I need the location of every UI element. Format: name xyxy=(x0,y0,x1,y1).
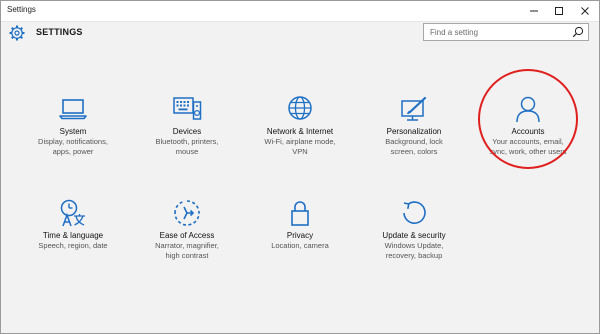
tile-personalization-desc-line2: screen, colors xyxy=(390,147,438,156)
tile-time-language-desc: Speech, region, date xyxy=(14,241,132,251)
search-icon[interactable] xyxy=(572,26,584,38)
tile-devices[interactable]: Devices Bluetooth, printers, mouse xyxy=(128,95,246,173)
search-input[interactable] xyxy=(424,24,570,40)
tile-devices-desc-line1: Bluetooth, printers, xyxy=(155,137,219,146)
tile-network-desc-line1: Wi-Fi, airplane mode, xyxy=(264,137,336,146)
settings-header: SETTINGS xyxy=(1,21,599,47)
page-title: SETTINGS xyxy=(36,27,83,37)
tile-personalization[interactable]: Personalization Background, lock screen,… xyxy=(355,95,473,173)
laptop-icon xyxy=(59,99,87,120)
tile-system-name: System xyxy=(59,127,87,136)
tile-time-language[interactable]: Time & language Speech, region, date xyxy=(14,199,132,277)
close-button[interactable] xyxy=(572,1,598,21)
tile-ease-of-access-desc-line2: high contrast xyxy=(165,251,209,260)
tile-devices-name: Devices xyxy=(172,127,202,136)
tile-update-security[interactable]: Update & security Windows Update, recove… xyxy=(355,199,473,277)
tile-personalization-name: Personalization xyxy=(386,127,442,136)
tile-personalization-desc: Background, lock screen, colors xyxy=(355,137,473,157)
tile-time-language-name: Time & language xyxy=(42,231,104,240)
tile-devices-desc: Bluetooth, printers, mouse xyxy=(128,137,246,157)
tile-ease-of-access-desc: Narrator, magnifier, high contrast xyxy=(128,241,246,261)
search-box xyxy=(423,23,589,41)
title-bar: Settings xyxy=(1,1,599,22)
tile-ease-of-access-name: Ease of Access xyxy=(159,231,215,240)
tile-privacy-desc-line1: Location, camera xyxy=(271,241,329,250)
tile-system[interactable]: System Display, notifications, apps, pow… xyxy=(14,95,132,173)
tile-update-security-desc-line2: recovery, backup xyxy=(385,251,443,260)
paint-screen-icon xyxy=(401,96,427,121)
highlight-circle xyxy=(478,69,578,169)
maximize-icon xyxy=(555,7,563,15)
minimize-icon xyxy=(530,10,538,12)
tile-update-security-desc: Windows Update, recovery, backup xyxy=(355,241,473,261)
settings-window: Settings SETTINGS Find a setting System … xyxy=(0,0,600,334)
tile-time-language-desc-line1: Speech, region, date xyxy=(38,241,108,250)
tile-devices-desc-line2: mouse xyxy=(175,147,199,156)
maximize-button[interactable] xyxy=(546,1,572,21)
tile-system-desc-line2: apps, power xyxy=(52,147,94,156)
tile-privacy[interactable]: Privacy Location, camera xyxy=(241,199,359,277)
gear-icon xyxy=(9,25,25,41)
ease-of-access-icon xyxy=(174,200,200,226)
tile-network-name: Network & Internet xyxy=(266,127,334,136)
keyboard-speaker-icon xyxy=(173,97,202,120)
tile-network[interactable]: Network & Internet Wi-Fi, airplane mode,… xyxy=(241,95,359,173)
refresh-icon xyxy=(403,201,426,224)
tile-network-desc: Wi-Fi, airplane mode, VPN xyxy=(241,137,359,157)
lock-icon xyxy=(291,201,309,226)
tile-personalization-desc-line1: Background, lock xyxy=(385,137,443,146)
tile-update-security-name: Update & security xyxy=(382,231,446,240)
globe-icon xyxy=(288,96,312,120)
minimize-button[interactable] xyxy=(521,1,547,21)
tile-update-security-desc-line1: Windows Update, xyxy=(384,241,444,250)
close-icon xyxy=(581,7,589,15)
tile-privacy-desc: Location, camera xyxy=(241,241,359,251)
tile-system-desc-line1: Display, notifications, xyxy=(38,137,108,146)
window-title: Settings xyxy=(7,5,36,14)
tile-network-desc-line2: VPN xyxy=(292,147,308,156)
clock-language-icon xyxy=(60,199,85,227)
tile-ease-of-access-desc-line1: Narrator, magnifier, xyxy=(155,241,219,250)
tile-ease-of-access[interactable]: Ease of Access Narrator, magnifier, high… xyxy=(128,199,246,277)
tile-privacy-name: Privacy xyxy=(286,231,314,240)
tile-system-desc: Display, notifications, apps, power xyxy=(14,137,132,157)
